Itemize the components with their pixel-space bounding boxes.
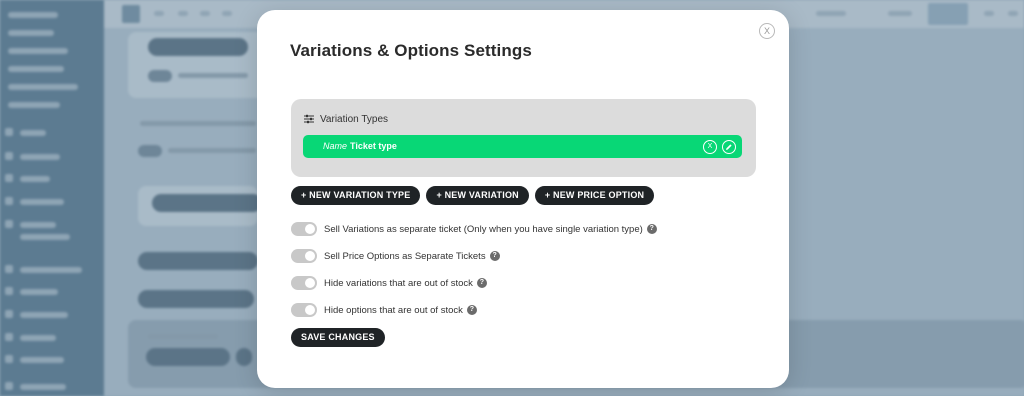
new-variation-type-button[interactable]: + NEW VARIATION TYPE [291,186,421,205]
option-label: Sell Price Options as Separate Tickets [324,250,486,262]
option-sell-price-options-separate: Sell Price Options as Separate Tickets ? [291,249,500,263]
variation-types-panel: Variation Types Name Ticket type X [291,99,756,177]
help-icon[interactable]: ? [489,251,500,261]
pencil-icon [726,144,732,150]
toggle-switch[interactable] [291,276,317,290]
close-button[interactable]: X [759,23,775,39]
help-icon[interactable]: ? [476,278,487,288]
variations-options-modal: X Variations & Options Settings Variatio… [257,10,789,388]
option-hide-options-out-of-stock: Hide options that are out of stock ? [291,303,477,317]
new-price-option-button[interactable]: + NEW PRICE OPTION [534,186,655,205]
variation-type-text: Name Ticket type [323,135,397,158]
option-label: Sell Variations as separate ticket (Only… [324,223,643,235]
action-buttons: + NEW VARIATION TYPE + NEW VARIATION + N… [291,186,655,205]
toggle-switch[interactable] [291,249,317,263]
help-icon[interactable]: ? [646,224,657,234]
new-variation-button[interactable]: + NEW VARIATION [426,186,529,205]
save-changes-button[interactable]: SAVE CHANGES [291,328,385,347]
option-label: Hide variations that are out of stock [324,277,473,289]
variation-name-label: Name [323,141,348,151]
variation-type-row[interactable]: Name Ticket type X [303,135,742,158]
toggle-switch[interactable] [291,303,317,317]
sliders-icon [304,114,314,124]
variation-types-label: Variation Types [320,113,389,125]
option-sell-variations-separate: Sell Variations as separate ticket (Only… [291,222,657,236]
option-label: Hide options that are out of stock [324,304,463,316]
edit-variation-type-button[interactable] [722,140,736,154]
remove-variation-type-button[interactable]: X [703,140,717,154]
help-icon[interactable]: ? [466,305,477,315]
admin-sidebar [0,0,104,396]
variation-types-header: Variation Types [304,113,388,125]
toggle-switch[interactable] [291,222,317,236]
modal-title: Variations & Options Settings [290,41,532,60]
variation-name-value: Ticket type [350,141,397,151]
option-hide-variations-out-of-stock: Hide variations that are out of stock ? [291,276,487,290]
